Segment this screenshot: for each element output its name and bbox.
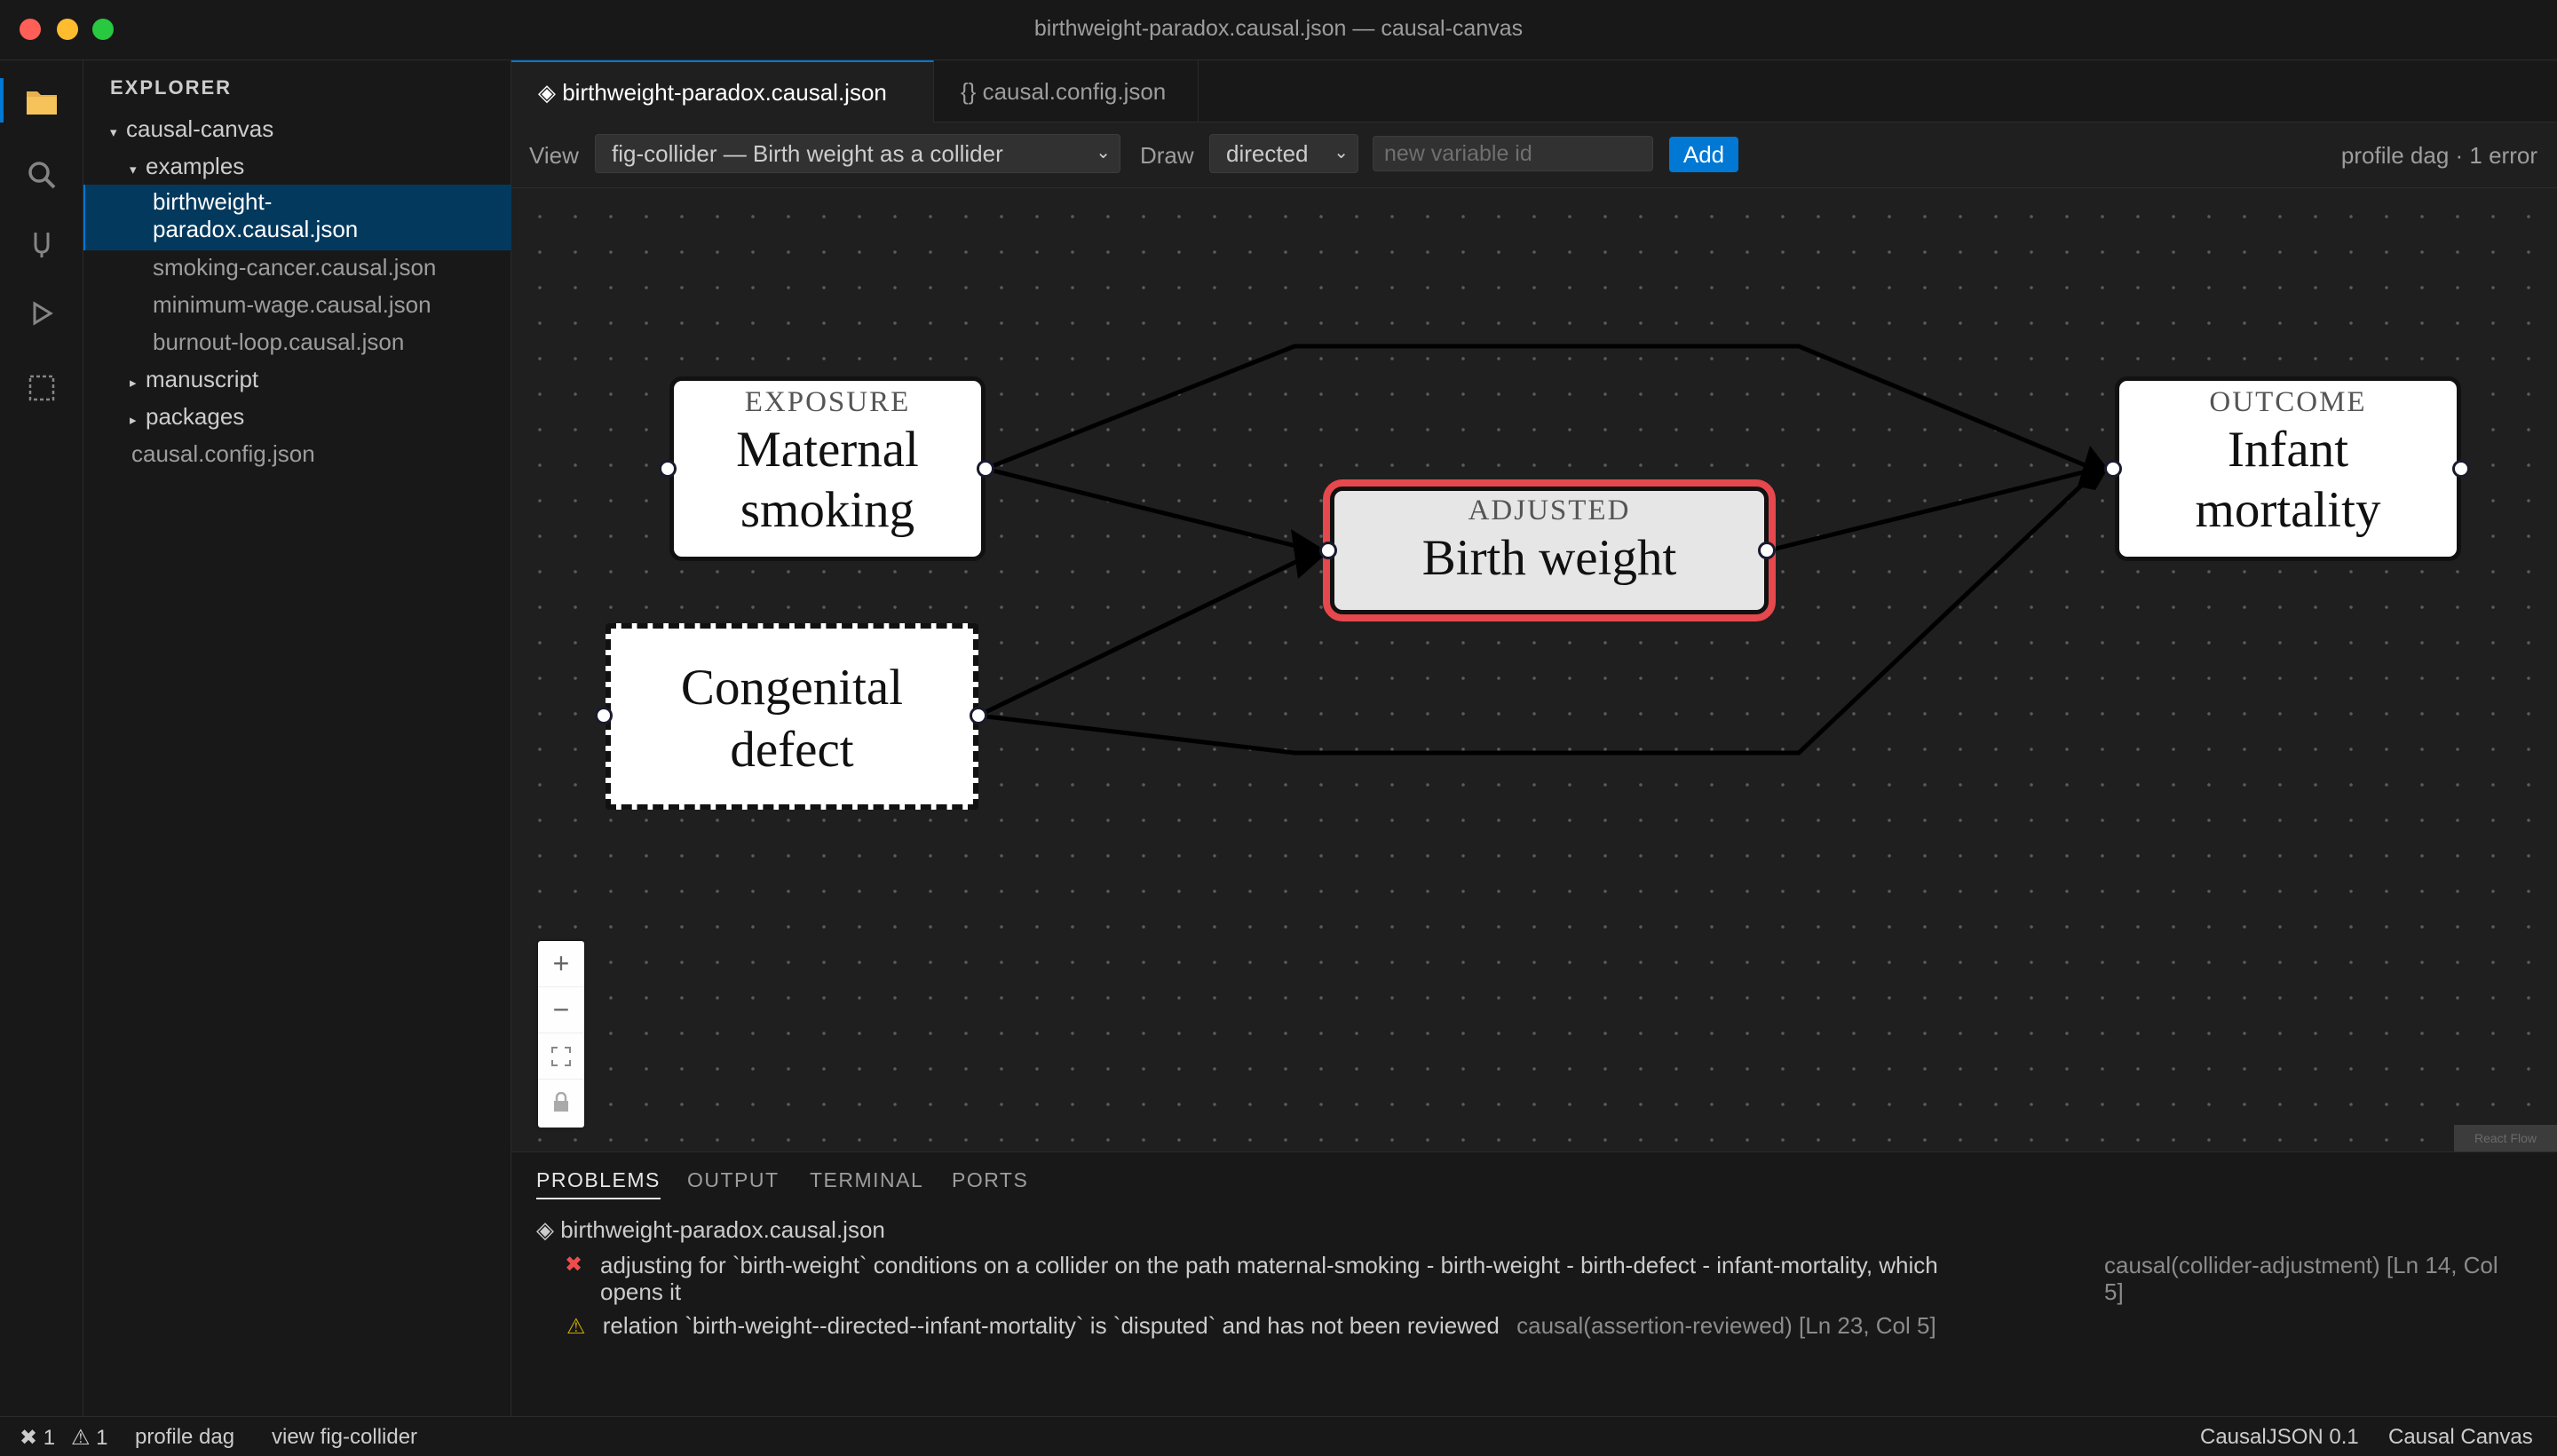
node-role-outcome: OUTCOME [2209, 386, 2367, 418]
explorer-sidebar: EXPLORER ▾ causal-canvas ▾ examples birthw… [83, 60, 511, 1416]
problem-message: opens it [600, 1278, 682, 1305]
edge-congenital-to-birthweight[interactable] [977, 550, 1318, 718]
node-label-line: mortality [2195, 482, 2381, 538]
chevron-down-icon: ⌄ [1096, 143, 1111, 162]
zoom-in-button[interactable]: + [538, 941, 584, 987]
node-handle[interactable] [595, 707, 613, 724]
node-infant-mortality[interactable]: OUTCOME Infant mortality [2115, 376, 2461, 561]
tree-folder-manuscript[interactable]: ▸ manuscript [83, 366, 511, 393]
status-profile[interactable]: profile dag [135, 1425, 234, 1450]
draw-label: Draw [1140, 142, 1194, 169]
canvas-toolbar: View fig-collider — Birth weight as a co… [511, 123, 2557, 188]
node-label-line: Birth weight [1421, 530, 1677, 586]
lock-button[interactable] [538, 1080, 584, 1126]
edge-smoking-to-birthweight[interactable] [985, 466, 1315, 553]
node-label-line: Congenital [680, 660, 904, 716]
edge-birthweight-to-mortality[interactable] [1768, 466, 2098, 553]
chevron-down-icon: ▾ [130, 162, 137, 178]
run-icon[interactable] [21, 293, 62, 334]
view-label: View [529, 142, 579, 169]
problem-source: causal(collider-adjustment) [Ln 14, Col [2104, 1252, 2498, 1278]
tree-folder-packages[interactable]: ▸ packages [83, 403, 511, 431]
tree-file-minimum-wage[interactable]: minimum-wage.causal.json [83, 291, 511, 319]
panel-tab-problems[interactable]: PROBLEMS [536, 1168, 661, 1199]
problem-warning-row[interactable]: ⚠ relation `birth-weight--directed--infa… [566, 1312, 1936, 1341]
extensions-icon[interactable] [21, 368, 62, 408]
tree-file-burnout-loop[interactable]: burnout-loop.causal.json [83, 328, 511, 356]
active-indicator [0, 78, 4, 123]
zoom-controls: + − [538, 941, 584, 1128]
node-role-adjusted: ADJUSTED [1468, 495, 1631, 526]
node-handle[interactable] [1319, 542, 1337, 559]
node-handle[interactable] [970, 707, 987, 724]
panel-tab-terminal[interactable]: TERMINAL [810, 1168, 923, 1192]
status-warnings[interactable]: ⚠ 1 [71, 1425, 108, 1451]
node-maternal-smoking[interactable]: EXPOSURE Maternal smoking [669, 376, 986, 561]
add-variable-button[interactable]: Add [1669, 137, 1738, 172]
title-bar: birthweight-paradox.causal.json — causal… [0, 0, 2557, 60]
attribution-link[interactable]: React Flow [2454, 1125, 2557, 1151]
diagram-canvas[interactable]: EXPOSURE Maternal smoking ADJUSTED Birth… [511, 188, 2557, 1151]
node-handle[interactable] [2452, 460, 2470, 478]
chevron-down-icon: ▾ [110, 125, 117, 140]
draw-select[interactable]: directed ⌄ [1209, 134, 1358, 173]
tree-folder-root[interactable]: ▾ causal-canvas [83, 115, 511, 143]
source-control-icon[interactable] [21, 224, 62, 265]
node-birth-weight[interactable]: ADJUSTED Birth weight [1323, 479, 1776, 621]
tree-file-causal-config[interactable]: causal.config.json [83, 440, 511, 468]
tree-file-smoking-cancer[interactable]: smoking-cancer.causal.json [83, 254, 511, 281]
tab-causal-config[interactable]: {} causal.config.json [934, 60, 1199, 123]
node-handle[interactable] [1758, 542, 1776, 559]
error-icon: ✖ [565, 1253, 583, 1277]
node-handle[interactable] [2104, 460, 2122, 478]
node-handle[interactable] [659, 460, 677, 478]
problems-file-header[interactable]: ◈ birthweight-paradox.causal.json [536, 1216, 885, 1244]
window-title: birthweight-paradox.causal.json — causal… [1033, 16, 1524, 41]
status-language[interactable]: CausalJSON 0.1 [2200, 1425, 2359, 1450]
panel-tab-ports[interactable]: PORTS [952, 1168, 1028, 1192]
problem-source: 5] [2104, 1278, 2124, 1305]
search-icon[interactable] [21, 154, 62, 195]
node-handle[interactable] [977, 460, 994, 478]
node-label-line: smoking [740, 482, 915, 538]
node-label-line: defect [730, 722, 854, 778]
fit-view-icon [551, 1046, 571, 1066]
tab-birthweight-paradox[interactable]: ◈ birthweight-paradox.causal.json [511, 60, 934, 123]
fit-view-button[interactable] [538, 1033, 584, 1080]
arrowhead-mortality [2078, 446, 2108, 490]
activity-bar [0, 60, 83, 1416]
status-bar: ✖ 1 ⚠ 1 profile dag view fig-collider Ca… [0, 1416, 2557, 1456]
node-role-exposure: EXPOSURE [744, 386, 911, 418]
problem-message: adjusting for `birth-weight` conditions … [600, 1252, 1938, 1278]
chevron-right-icon: ▸ [130, 413, 137, 428]
editor-tab-bar: ◈ birthweight-paradox.causal.json {} cau… [511, 60, 2557, 123]
warning-icon: ⚠ [566, 1315, 586, 1339]
status-app[interactable]: Causal Canvas [2388, 1425, 2533, 1450]
node-label-line: Maternal [736, 422, 919, 478]
files-icon[interactable] [21, 82, 62, 123]
status-view[interactable]: view fig-collider [272, 1425, 417, 1450]
new-variable-input[interactable] [1373, 136, 1653, 171]
zoom-out-button[interactable]: − [538, 987, 584, 1033]
status-errors[interactable]: ✖ 1 [20, 1425, 55, 1451]
explorer-title: EXPLORER [110, 76, 233, 99]
profile-status: profile dag · 1 error [2340, 142, 2537, 169]
chevron-right-icon: ▸ [130, 376, 137, 391]
panel-tab-output[interactable]: OUTPUT [687, 1168, 780, 1192]
tree-file-birthweight-paradox[interactable]: birthweight- paradox.causal.json [83, 185, 511, 250]
edge-smoking-to-mortality[interactable] [985, 344, 2094, 471]
node-label-line: Infant [2227, 422, 2349, 478]
bottom-panel: PROBLEMS OUTPUT TERMINAL PORTS ◈ birthwe… [511, 1151, 2557, 1416]
view-select[interactable]: fig-collider — Birth weight as a collide… [595, 134, 1120, 173]
problem-message: relation `birth-weight--directed--infant… [602, 1312, 1500, 1339]
chevron-down-icon: ⌄ [1334, 143, 1349, 162]
tree-folder-examples[interactable]: ▾ examples [83, 153, 511, 180]
lock-icon [554, 1092, 568, 1112]
node-congenital-defect[interactable]: Congenital defect [606, 623, 978, 810]
problem-source: causal(assertion-reviewed) [Ln 23, Col 5… [1516, 1312, 1936, 1339]
